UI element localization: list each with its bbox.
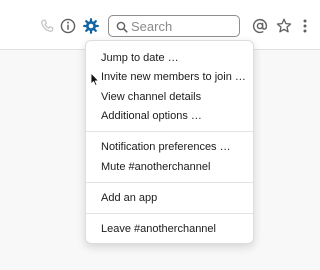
more-vertical-icon[interactable] bbox=[296, 17, 314, 35]
gear-icon[interactable] bbox=[82, 17, 100, 35]
menu-divider bbox=[86, 182, 253, 183]
menu-item-jump-to-date[interactable]: Jump to date … bbox=[101, 50, 179, 66]
mouse-cursor-icon bbox=[90, 72, 100, 87]
phone-icon[interactable] bbox=[38, 17, 56, 35]
menu-item-view-channel-details[interactable]: View channel details bbox=[101, 89, 201, 105]
search-input[interactable] bbox=[131, 17, 235, 35]
menu-item-additional-options[interactable]: Additional options … bbox=[101, 108, 202, 124]
at-icon[interactable] bbox=[251, 17, 269, 35]
search-box[interactable] bbox=[108, 15, 240, 37]
menu-item-mute-channel[interactable]: Mute #anotherchannel bbox=[101, 159, 210, 175]
menu-item-leave-channel[interactable]: Leave #anotherchannel bbox=[101, 221, 216, 237]
menu-item-add-an-app[interactable]: Add an app bbox=[101, 190, 157, 206]
menu-item-notification-preferences[interactable]: Notification preferences … bbox=[101, 139, 231, 155]
star-icon[interactable] bbox=[275, 17, 293, 35]
menu-divider bbox=[86, 131, 253, 132]
menu-divider bbox=[86, 213, 253, 214]
search-icon bbox=[116, 21, 128, 33]
channel-settings-menu: Jump to date … Invite new members to joi… bbox=[85, 40, 254, 244]
menu-item-invite-members[interactable]: Invite new members to join … bbox=[101, 69, 246, 85]
info-icon[interactable] bbox=[59, 17, 77, 35]
